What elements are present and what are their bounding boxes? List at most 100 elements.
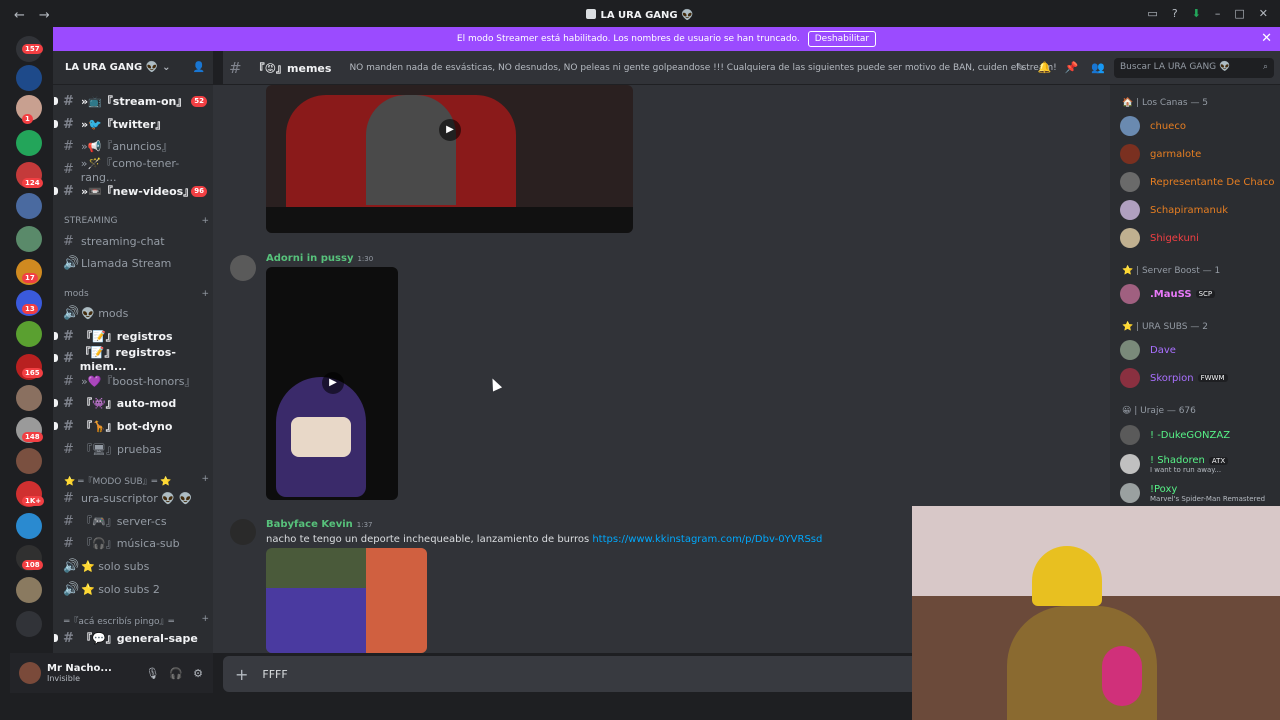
bottom-bar <box>0 693 912 720</box>
message-author[interactable]: Babyface Kevin 1:37 <box>266 519 373 530</box>
members-icon[interactable]: 👥 <box>1091 61 1105 74</box>
add-attachment-icon[interactable]: + <box>235 665 248 684</box>
channel-stream-on[interactable]: # »📺『stream-on』 52 <box>54 91 213 111</box>
search-input[interactable]: Buscar LA URA GANG 👽 ⌕ <box>1114 58 1274 78</box>
server-icon[interactable] <box>16 513 42 539</box>
server-icon[interactable] <box>16 65 42 91</box>
title-bar: ← → LA URA GANG 👽 ▭ ? ⬇ – □ ✕ <box>0 0 1280 30</box>
member-item[interactable]: !Poxy Marvel's Spider-Man Remastered <box>1120 480 1278 506</box>
add-channel-icon[interactable]: + <box>201 474 209 487</box>
folder-icon[interactable] <box>16 611 42 637</box>
video-attachment[interactable]: ▶ <box>266 267 398 500</box>
play-icon[interactable]: ▶ <box>322 372 344 394</box>
channel-topic[interactable]: NO manden nada de esvásticas, NO desnudo… <box>349 63 1056 73</box>
close-window-icon[interactable]: ✕ <box>1259 7 1268 20</box>
guild-badge: 157 <box>22 44 43 54</box>
server-icon[interactable] <box>16 226 42 252</box>
category-streaming[interactable]: STREAMING + <box>64 216 209 226</box>
add-member-icon[interactable]: 👤 <box>193 62 205 73</box>
video-thumbnail <box>291 417 351 457</box>
avatar[interactable] <box>230 255 256 281</box>
unread-indicator <box>54 97 58 105</box>
voice-channel-mods[interactable]: 🔊 👽 mods <box>63 303 213 323</box>
avatar[interactable] <box>230 519 256 545</box>
speaker-icon: 🔊 <box>63 255 80 271</box>
message-author[interactable]: Adorni in pussy 1:30 <box>266 253 373 264</box>
member-item[interactable]: .MauSS SCP <box>1120 281 1278 307</box>
channel-pruebas[interactable]: # 『🖥』pruebas <box>63 439 213 459</box>
member-item[interactable]: ! Shadoren ATX I want to run away... <box>1120 451 1278 477</box>
mention-badge: 96 <box>191 185 207 197</box>
voice-channel-solo-subs-2[interactable]: 🔊 ⭐ solo subs 2 <box>63 579 213 599</box>
channel-registros-miembros[interactable]: # 『📝』registros-miem... <box>54 346 213 373</box>
add-channel-icon[interactable]: + <box>201 216 209 226</box>
avatar[interactable] <box>19 662 41 684</box>
message-link[interactable]: https://www.kkinstagram.com/p/Dbv-0YVRSs… <box>592 534 822 545</box>
voice-channel-solo-subs[interactable]: 🔊 ⭐ solo subs <box>63 556 213 576</box>
message-input[interactable] <box>262 667 663 681</box>
unread-indicator <box>54 399 58 407</box>
server-icon[interactable] <box>16 130 42 156</box>
server-icon[interactable] <box>16 321 42 347</box>
server-icon[interactable] <box>16 385 42 411</box>
member-item[interactable]: Skorpion FWWM <box>1120 365 1278 391</box>
category-mods[interactable]: mods + <box>64 289 209 299</box>
image-thumbnail <box>266 588 366 653</box>
channel-boost-honors[interactable]: # »💜『boost-honors』 <box>63 371 213 391</box>
channel-general-sape[interactable]: # 『💬』general-sape <box>54 628 213 648</box>
close-icon[interactable]: ✕ <box>1261 31 1272 46</box>
minimize-icon[interactable]: – <box>1215 7 1221 20</box>
play-icon[interactable]: ▶ <box>439 119 461 141</box>
member-item[interactable]: garmalote <box>1120 141 1278 167</box>
voice-channel-llamada-stream[interactable]: 🔊 Llamada Stream <box>63 253 213 273</box>
image-attachment[interactable] <box>266 548 427 653</box>
channel-musica-sub[interactable]: # 『🎧』música-sub <box>63 533 213 553</box>
video-attachment[interactable]: ▶ <box>266 85 633 233</box>
channel-auto-mod[interactable]: # 『👾』auto-mod <box>54 393 213 413</box>
server-icon[interactable] <box>16 448 42 474</box>
channel-streaming-chat[interactable]: # streaming-chat <box>63 231 213 251</box>
server-header[interactable]: LA URA GANG 👽 ⌄ 👤 <box>53 51 213 85</box>
channel-new-videos[interactable]: # »📼『new-videos』 96 <box>54 181 213 201</box>
member-item[interactable]: Shigekuni <box>1120 225 1278 251</box>
hash-icon: # <box>63 418 74 434</box>
channel-ura-suscriptor[interactable]: # ura-suscriptor 👽 👽 <box>63 488 213 508</box>
inbox-icon[interactable]: ▭ <box>1147 7 1157 20</box>
video-bar <box>266 207 633 233</box>
channel-anuncios[interactable]: # »📢『anuncios』 <box>63 136 213 156</box>
pin-icon[interactable]: 📌 <box>1065 61 1079 74</box>
disable-streamer-mode-button[interactable]: Deshabilitar <box>807 31 877 47</box>
clan-tag: FWWM <box>1197 374 1228 382</box>
add-channel-icon[interactable]: + <box>201 289 209 299</box>
bell-icon[interactable]: 🔔 <box>1038 61 1052 74</box>
category-aca-escribis-pingo[interactable]: ═『acá escribís pingo』═ + <box>64 614 209 627</box>
avatar <box>1120 425 1140 445</box>
member-item[interactable]: Representante De Chaco <box>1120 169 1278 195</box>
threads-icon[interactable]: ✎ <box>1016 61 1025 74</box>
maximize-icon[interactable]: □ <box>1234 7 1244 20</box>
channel-como-tener-rango[interactable]: # »🪄『como-tener-rang... <box>63 157 213 184</box>
download-icon[interactable]: ⬇ <box>1192 7 1201 20</box>
webcam-overlay <box>912 506 1280 720</box>
member-item[interactable]: chueco <box>1120 113 1278 139</box>
channel-bot-dyno[interactable]: # 『🦒』bot-dyno <box>54 416 213 436</box>
channel-server-cs[interactable]: # 『🎮』server-cs <box>63 511 213 531</box>
speaker-icon: 🔊 <box>63 558 80 574</box>
microphone-icon[interactable]: 🎙 <box>145 667 159 680</box>
member-group-header: ⭐ | URA SUBS — 2 <box>1122 322 1208 332</box>
server-icon[interactable] <box>16 193 42 219</box>
settings-gear-icon[interactable]: ⚙ <box>193 667 203 680</box>
server-icon[interactable] <box>16 577 42 603</box>
add-channel-icon[interactable]: + <box>201 614 209 627</box>
member-item[interactable]: Dave <box>1120 337 1278 363</box>
avatar <box>1120 200 1140 220</box>
member-item[interactable]: ! -DukeGONZAZ <box>1120 422 1278 448</box>
channel-twitter[interactable]: # »🐦『twitter』 <box>54 114 213 134</box>
category-modo-sub[interactable]: ⭐ ═『MODO SUB』═ ⭐ + <box>64 474 209 487</box>
headphones-icon[interactable]: 🎧 <box>169 667 183 680</box>
image-thumbnail <box>366 548 427 653</box>
help-icon[interactable]: ? <box>1172 7 1178 20</box>
member-item[interactable]: Schapiramanuk <box>1120 197 1278 223</box>
mention-badge: 52 <box>191 95 207 107</box>
member-activity: Marvel's Spider-Man Remastered <box>1150 494 1266 503</box>
